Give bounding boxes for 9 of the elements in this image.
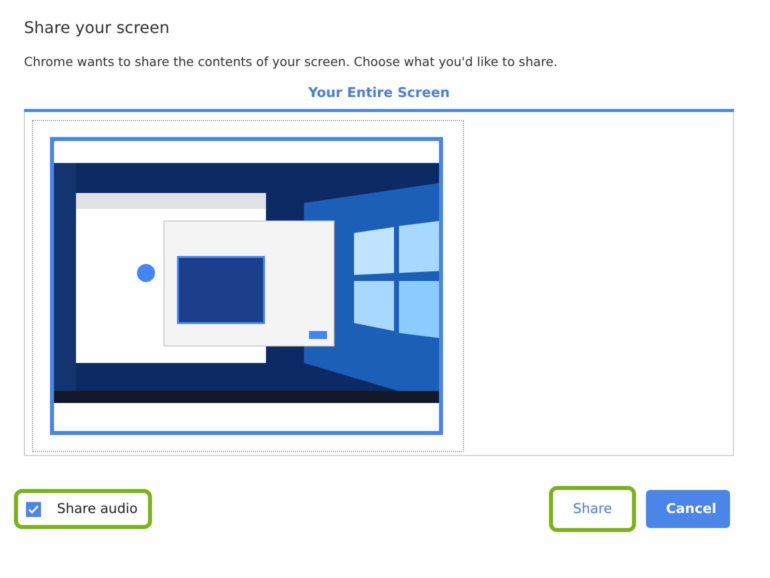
dialog-title: Share your screen [24,18,171,39]
cancel-button[interactable]: Cancel [646,490,730,528]
share-audio-checkbox[interactable]: Share audio [18,493,148,525]
screen-source-tile[interactable] [32,120,464,452]
tab[interactable]: Your Entire Screen [308,85,450,109]
dialog-message: Chrome wants to share the contents of your screen. Choose what you'd like to share. [24,54,558,69]
share-button[interactable]: Share [553,490,632,528]
checkbox[interactable] [26,502,41,516]
checkmark-icon [28,504,39,514]
